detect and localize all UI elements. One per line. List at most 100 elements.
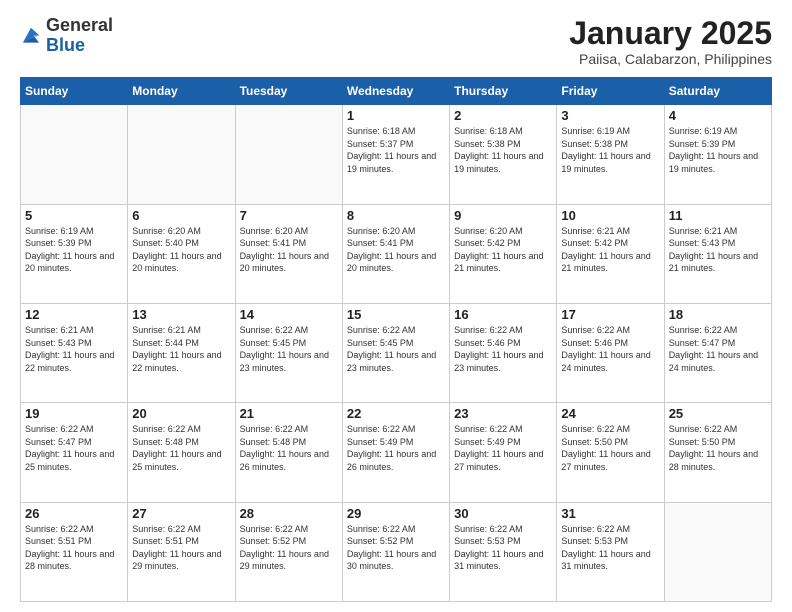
day-number: 4 — [669, 108, 767, 123]
day-number: 17 — [561, 307, 659, 322]
table-cell: 12 Sunrise: 6:21 AM Sunset: 5:43 PM Dayli… — [21, 303, 128, 402]
day-info: Sunrise: 6:22 AM Sunset: 5:45 PM Dayligh… — [240, 324, 338, 374]
col-saturday: Saturday — [664, 78, 771, 105]
day-info: Sunrise: 6:21 AM Sunset: 5:42 PM Dayligh… — [561, 225, 659, 275]
day-number: 7 — [240, 208, 338, 223]
table-row: 19Sunrise: 6:22 AM Sunset: 5:47 PM Dayli… — [21, 403, 772, 502]
day-number: 6 — [132, 208, 230, 223]
col-monday: Monday — [128, 78, 235, 105]
day-number: 8 — [347, 208, 445, 223]
table-cell: 17 Sunrise: 6:22 AM Sunset: 5:46 PM Dayli… — [557, 303, 664, 402]
day-number: 24 — [561, 406, 659, 421]
calendar-table: Sunday Monday Tuesday Wednesday Thursday… — [20, 77, 772, 602]
day-info: Sunrise: 6:18 AM Sunset: 5:37 PM Dayligh… — [347, 125, 445, 175]
logo: General Blue — [20, 16, 113, 56]
day-info: Sunrise: 6:22 AM Sunset: 5:49 PM Dayligh… — [454, 423, 552, 473]
day-info: Sunrise: 6:21 AM Sunset: 5:43 PM Dayligh… — [25, 324, 123, 374]
col-wednesday: Wednesday — [342, 78, 449, 105]
day-number: 30 — [454, 506, 552, 521]
day-info: Sunrise: 6:22 AM Sunset: 5:48 PM Dayligh… — [240, 423, 338, 473]
day-number: 19 — [25, 406, 123, 421]
day-number: 16 — [454, 307, 552, 322]
day-number: 28 — [240, 506, 338, 521]
day-number: 10 — [561, 208, 659, 223]
table-cell: 26Sunrise: 6:22 AM Sunset: 5:51 PM Dayli… — [21, 502, 128, 601]
calendar-title: January 2025 — [569, 16, 772, 51]
day-number: 26 — [25, 506, 123, 521]
day-info: Sunrise: 6:19 AM Sunset: 5:39 PM Dayligh… — [25, 225, 123, 275]
day-number: 22 — [347, 406, 445, 421]
day-info: Sunrise: 6:22 AM Sunset: 5:48 PM Dayligh… — [132, 423, 230, 473]
table-cell: 15 Sunrise: 6:22 AM Sunset: 5:45 PM Dayli… — [342, 303, 449, 402]
table-cell: 6 Sunrise: 6:20 AM Sunset: 5:40 PM Daylig… — [128, 204, 235, 303]
table-cell: 23Sunrise: 6:22 AM Sunset: 5:49 PM Dayli… — [450, 403, 557, 502]
day-info: Sunrise: 6:22 AM Sunset: 5:47 PM Dayligh… — [669, 324, 767, 374]
table-cell — [128, 105, 235, 204]
table-cell: 19Sunrise: 6:22 AM Sunset: 5:47 PM Dayli… — [21, 403, 128, 502]
table-cell: 21 Sunrise: 6:22 AM Sunset: 5:48 PM Dayli… — [235, 403, 342, 502]
day-info: Sunrise: 6:21 AM Sunset: 5:43 PM Dayligh… — [669, 225, 767, 275]
day-info: Sunrise: 6:22 AM Sunset: 5:51 PM Dayligh… — [132, 523, 230, 573]
day-info: Sunrise: 6:22 AM Sunset: 5:46 PM Dayligh… — [454, 324, 552, 374]
table-row: 26 Sunrise: 6:22 AM Sunset: 5:51 PM Dayli… — [21, 502, 772, 601]
table-cell: 30 Sunrise: 6:22 AM Sunset: 5:53 PM Dayli… — [450, 502, 557, 601]
table-cell: 31Sunrise: 6:22 AM Sunset: 5:53 PM Dayli… — [557, 502, 664, 601]
day-number: 2 — [454, 108, 552, 123]
table-cell: 1 Sunrise: 6:18 AM Sunset: 5:37 PM Daylig… — [342, 105, 449, 204]
table-cell: 4 Sunrise: 6:19 AM Sunset: 5:39 PM Daylig… — [664, 105, 771, 204]
logo-text: General Blue — [46, 16, 113, 56]
day-number: 21 — [240, 406, 338, 421]
col-sunday: Sunday — [21, 78, 128, 105]
table-cell — [21, 105, 128, 204]
table-cell: 24 Sunrise: 6:22 AM Sunset: 5:50 PM Dayli… — [557, 403, 664, 502]
day-number: 13 — [132, 307, 230, 322]
day-info: Sunrise: 6:19 AM Sunset: 5:39 PM Dayligh… — [669, 125, 767, 175]
day-info: Sunrise: 6:22 AM Sunset: 5:53 PM Dayligh… — [454, 523, 552, 573]
day-info: Sunrise: 6:20 AM Sunset: 5:42 PM Dayligh… — [454, 225, 552, 275]
table-cell: 20 Sunrise: 6:22 AM Sunset: 5:48 PM Dayli… — [128, 403, 235, 502]
table-cell: 9 Sunrise: 6:20 AM Sunset: 5:42 PM Daylig… — [450, 204, 557, 303]
page: General Blue January 2025 Paiisa, Calaba… — [0, 0, 792, 612]
day-number: 27 — [132, 506, 230, 521]
day-info: Sunrise: 6:20 AM Sunset: 5:41 PM Dayligh… — [347, 225, 445, 275]
table-cell: 2 Sunrise: 6:18 AM Sunset: 5:38 PM Daylig… — [450, 105, 557, 204]
table-cell: 22 Sunrise: 6:22 AM Sunset: 5:49 PM Dayli… — [342, 403, 449, 502]
calendar-header-row: Sunday Monday Tuesday Wednesday Thursday… — [21, 78, 772, 105]
col-friday: Friday — [557, 78, 664, 105]
day-info: Sunrise: 6:21 AM Sunset: 5:44 PM Dayligh… — [132, 324, 230, 374]
day-info: Sunrise: 6:22 AM Sunset: 5:49 PM Dayligh… — [347, 423, 445, 473]
table-cell: 5 Sunrise: 6:19 AM Sunset: 5:39 PM Daylig… — [21, 204, 128, 303]
table-cell: 11Sunrise: 6:21 AM Sunset: 5:43 PM Dayli… — [664, 204, 771, 303]
day-info: Sunrise: 6:22 AM Sunset: 5:53 PM Dayligh… — [561, 523, 659, 573]
day-number: 5 — [25, 208, 123, 223]
day-number: 15 — [347, 307, 445, 322]
logo-general: General — [46, 15, 113, 35]
day-number: 18 — [669, 307, 767, 322]
day-number: 1 — [347, 108, 445, 123]
table-row: 5 Sunrise: 6:19 AM Sunset: 5:39 PM Daylig… — [21, 204, 772, 303]
table-cell: 13 Sunrise: 6:21 AM Sunset: 5:44 PM Dayli… — [128, 303, 235, 402]
day-info: Sunrise: 6:22 AM Sunset: 5:50 PM Dayligh… — [561, 423, 659, 473]
day-info: Sunrise: 6:22 AM Sunset: 5:45 PM Dayligh… — [347, 324, 445, 374]
day-number: 9 — [454, 208, 552, 223]
day-info: Sunrise: 6:22 AM Sunset: 5:46 PM Dayligh… — [561, 324, 659, 374]
table-cell: 16 Sunrise: 6:22 AM Sunset: 5:46 PM Dayli… — [450, 303, 557, 402]
col-thursday: Thursday — [450, 78, 557, 105]
table-cell: 25Sunrise: 6:22 AM Sunset: 5:50 PM Dayli… — [664, 403, 771, 502]
day-number: 14 — [240, 307, 338, 322]
table-cell: 29 Sunrise: 6:22 AM Sunset: 5:52 PM Dayli… — [342, 502, 449, 601]
day-info: Sunrise: 6:20 AM Sunset: 5:40 PM Dayligh… — [132, 225, 230, 275]
day-info: Sunrise: 6:18 AM Sunset: 5:38 PM Dayligh… — [454, 125, 552, 175]
header: General Blue January 2025 Paiisa, Calaba… — [20, 16, 772, 67]
day-number: 29 — [347, 506, 445, 521]
table-cell: 7Sunrise: 6:20 AM Sunset: 5:41 PM Daylig… — [235, 204, 342, 303]
day-number: 3 — [561, 108, 659, 123]
day-number: 12 — [25, 307, 123, 322]
day-info: Sunrise: 6:22 AM Sunset: 5:52 PM Dayligh… — [347, 523, 445, 573]
day-number: 20 — [132, 406, 230, 421]
table-cell: 28Sunrise: 6:22 AM Sunset: 5:52 PM Dayli… — [235, 502, 342, 601]
calendar-subtitle: Paiisa, Calabarzon, Philippines — [569, 51, 772, 67]
table-cell: 10 Sunrise: 6:21 AM Sunset: 5:42 PM Dayli… — [557, 204, 664, 303]
col-tuesday: Tuesday — [235, 78, 342, 105]
day-number: 25 — [669, 406, 767, 421]
